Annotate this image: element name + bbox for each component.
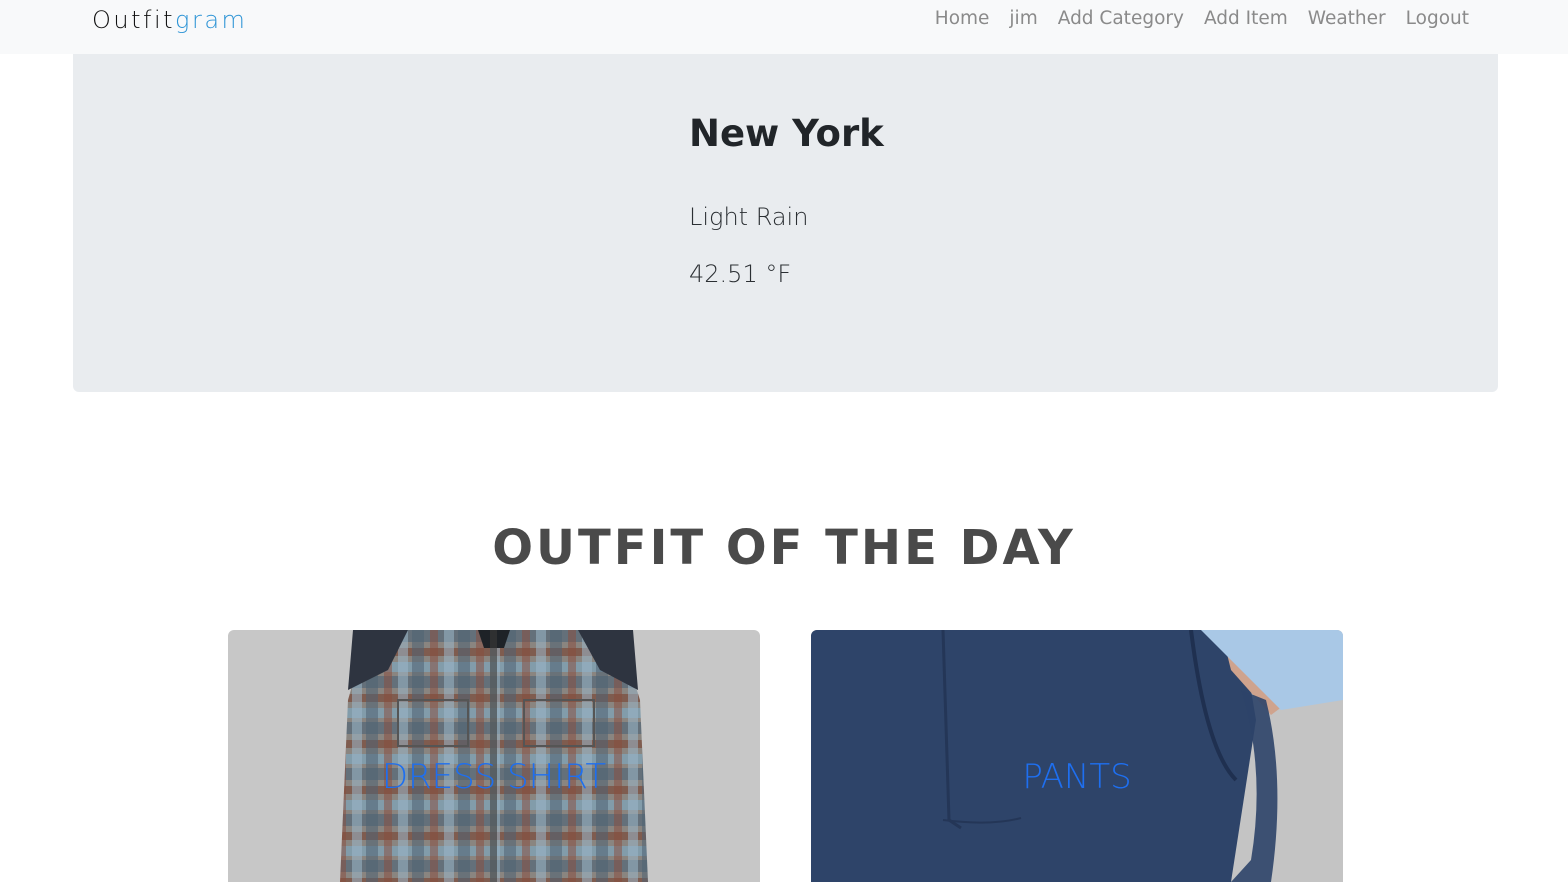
nav-user-jim[interactable]: jim [1009, 8, 1037, 29]
outfit-heading: OUTFIT OF THE DAY [492, 520, 1076, 576]
nav-add-category[interactable]: Add Category [1058, 8, 1184, 29]
plaid-flannel-shirt-image [340, 630, 648, 882]
outfit-item-label-dress-shirt[interactable]: DRESS SHIRT [228, 757, 760, 797]
brand-name-dark: Outfit [92, 6, 176, 34]
brand-name-accent: gram [175, 6, 248, 34]
city-name: New York [689, 112, 884, 155]
nav-add-item[interactable]: Add Item [1204, 8, 1288, 29]
nav-home[interactable]: Home [935, 8, 990, 29]
nav-logout[interactable]: Logout [1406, 8, 1469, 29]
outfit-card-dress-shirt[interactable]: DRESS SHIRT [228, 630, 760, 882]
weather-panel: New York Light Rain 42.51 °F [73, 54, 1498, 392]
brand-logo[interactable]: Outfitgram [92, 6, 247, 34]
outfit-card-pants[interactable]: PANTS [811, 630, 1343, 882]
outfit-item-label-pants[interactable]: PANTS [811, 757, 1343, 797]
nav-links: Home jim Add Category Add Item Weather L… [935, 8, 1469, 29]
nav-weather[interactable]: Weather [1308, 8, 1386, 29]
weather-condition: Light Rain [689, 203, 809, 231]
navbar: Outfitgram Home jim Add Category Add Ite… [0, 0, 1568, 54]
navy-trousers-image [811, 630, 1343, 882]
temperature: 42.51 °F [689, 260, 792, 288]
